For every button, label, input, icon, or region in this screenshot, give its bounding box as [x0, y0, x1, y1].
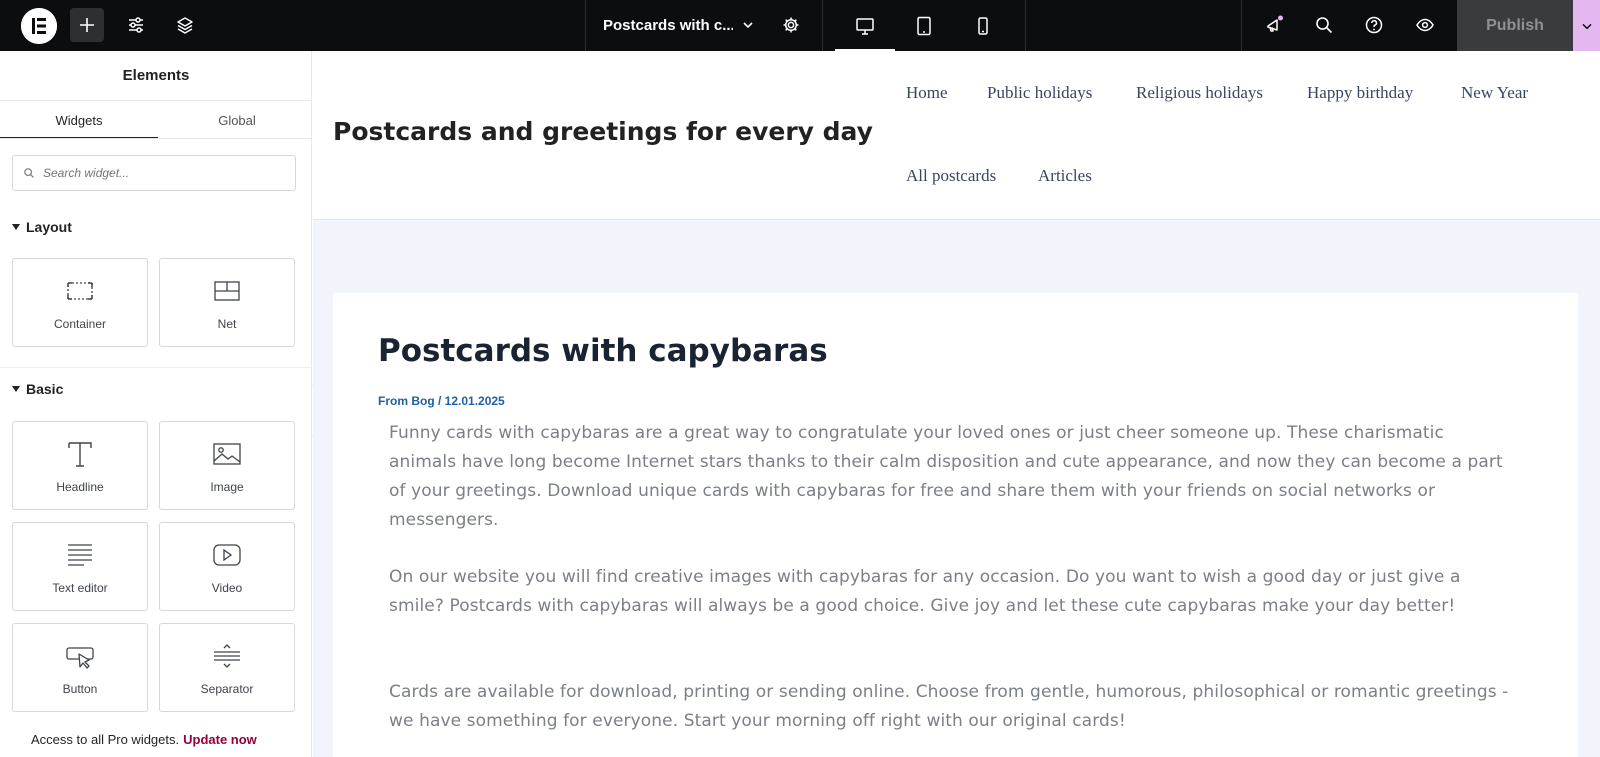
post-content[interactable]: Postcards with capybaras From Bog / 12.0…	[333, 293, 1578, 757]
whats-new-button[interactable]	[1257, 8, 1291, 42]
post-paragraph[interactable]: Funny cards with capybaras are a great w…	[389, 419, 1509, 535]
promo-text: Access to all Pro widgets.	[31, 732, 180, 747]
widget-label: Separator	[200, 682, 254, 696]
nav-articles[interactable]: Articles	[1038, 166, 1092, 186]
topbar-divider	[1025, 0, 1026, 51]
post-title[interactable]: Postcards with capybaras	[378, 333, 828, 369]
category-divider	[0, 367, 311, 368]
document-menu-button[interactable]	[731, 8, 765, 42]
desktop-icon	[856, 17, 874, 35]
widget-video[interactable]: Video	[159, 522, 295, 611]
video-icon	[213, 544, 241, 566]
widget-label: Net	[217, 317, 237, 331]
help-icon	[1365, 16, 1383, 34]
widget-headline[interactable]: Headline	[12, 421, 148, 510]
chevron-down-icon	[743, 22, 753, 29]
site-header[interactable]: Postcards and greetings for every day Ho…	[313, 51, 1600, 220]
widget-container[interactable]: Container	[12, 258, 148, 347]
grid-icon	[214, 281, 240, 301]
tablet-view-button[interactable]	[894, 0, 954, 51]
nav-religious-holidays[interactable]: Religious holidays	[1136, 83, 1263, 103]
nav-all-postcards[interactable]: All postcards	[906, 166, 996, 186]
preview-button[interactable]	[1408, 8, 1442, 42]
publish-button[interactable]: Publish	[1457, 0, 1573, 51]
post-meta[interactable]: From Bog / 12.01.2025	[378, 394, 505, 408]
panel-title: Elements	[0, 51, 311, 101]
editor-topbar: Postcards with c... Publish	[0, 0, 1600, 51]
site-title[interactable]: Postcards and greetings for every day	[333, 117, 873, 146]
container-icon	[67, 282, 93, 300]
widget-search-input[interactable]	[43, 166, 283, 180]
finder-button[interactable]	[1307, 8, 1341, 42]
editor-canvas: Postcards and greetings for every day Ho…	[313, 51, 1600, 757]
help-button[interactable]	[1357, 8, 1391, 42]
nav-public-holidays[interactable]: Public holidays	[987, 83, 1092, 103]
topbar-divider	[1241, 0, 1242, 51]
widget-label: Container	[53, 317, 107, 331]
eye-icon	[1416, 18, 1434, 32]
elementor-logo-icon[interactable]	[21, 8, 57, 44]
widget-label: Text editor	[52, 581, 108, 595]
mobile-icon	[978, 16, 988, 35]
structure-button[interactable]	[168, 8, 202, 42]
pro-promo-banner: Access to all Pro widgets. Update now	[0, 722, 311, 757]
category-basic[interactable]: Basic	[12, 381, 63, 397]
category-layout[interactable]: Layout	[12, 219, 72, 235]
category-label: Layout	[26, 219, 72, 235]
nav-new-year[interactable]: New Year	[1461, 83, 1528, 103]
desktop-view-button[interactable]	[835, 0, 895, 51]
tab-widgets[interactable]: Widgets	[0, 102, 158, 139]
divider-icon	[214, 644, 240, 668]
heading-icon	[68, 442, 92, 467]
document-title[interactable]: Postcards with c...	[603, 0, 733, 51]
widget-label: Image	[210, 480, 244, 494]
tablet-icon	[917, 16, 931, 35]
widget-label: Video	[211, 581, 243, 595]
widget-text-editor[interactable]: Text editor	[12, 522, 148, 611]
widget-label: Button	[62, 682, 98, 696]
gear-icon	[783, 17, 799, 33]
plus-icon	[80, 18, 94, 32]
nav-happy-birthday[interactable]: Happy birthday	[1307, 83, 1413, 103]
widget-label: Headline	[56, 480, 104, 494]
caret-down-icon	[12, 224, 20, 230]
widget-button[interactable]: Button	[12, 623, 148, 712]
sliders-icon	[129, 17, 143, 33]
update-now-link[interactable]: Update now	[183, 732, 257, 747]
widget-net[interactable]: Net	[159, 258, 295, 347]
widget-image[interactable]: Image	[159, 421, 295, 510]
page-settings-button[interactable]	[774, 8, 808, 42]
image-icon	[213, 443, 241, 465]
caret-down-icon	[12, 386, 20, 392]
post-paragraph[interactable]: On our website you will find creative im…	[389, 563, 1509, 621]
post-paragraph[interactable]: Cards are available for download, printi…	[389, 678, 1509, 736]
site-settings-button[interactable]	[119, 8, 153, 42]
elements-panel: Elements Widgets Global Layout Container…	[0, 51, 312, 757]
add-element-button[interactable]	[70, 8, 104, 42]
megaphone-icon	[1267, 15, 1283, 32]
search-icon	[24, 168, 34, 178]
button-icon	[66, 647, 94, 669]
search-icon	[1316, 17, 1333, 34]
topbar-divider	[822, 0, 823, 51]
chevron-down-icon	[1581, 23, 1592, 29]
topbar-divider	[585, 0, 586, 51]
category-label: Basic	[26, 381, 64, 397]
widget-search	[12, 155, 296, 191]
layers-icon	[177, 17, 193, 34]
mobile-view-button[interactable]	[953, 0, 1013, 51]
tab-global[interactable]: Global	[158, 102, 311, 139]
text-editor-icon	[68, 544, 92, 566]
tabs-divider	[0, 138, 311, 139]
nav-home[interactable]: Home	[906, 83, 948, 103]
publish-options-button[interactable]	[1573, 0, 1600, 51]
widget-separator[interactable]: Separator	[159, 623, 295, 712]
